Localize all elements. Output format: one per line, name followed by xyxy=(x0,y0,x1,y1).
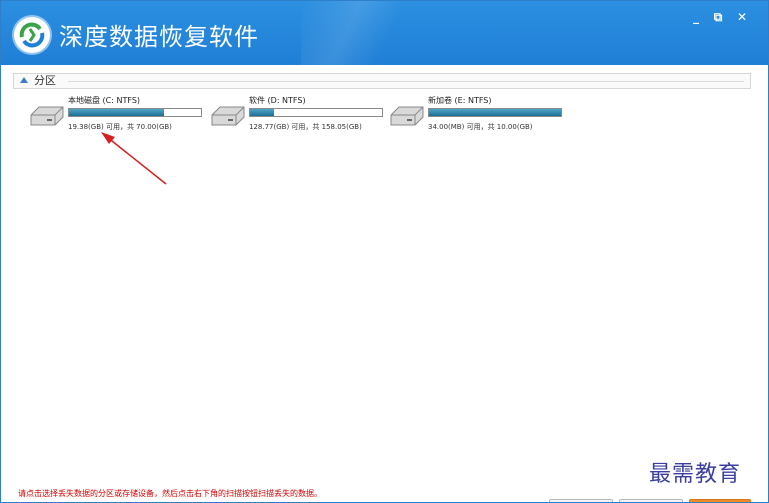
scan-button[interactable] xyxy=(689,499,751,502)
bottom-button-2[interactable] xyxy=(619,499,683,502)
app-window: 深度数据恢复软件 _ ⧉ ✕ 分区 本地磁盘 (C: NTFS) 19.38(G… xyxy=(0,0,769,503)
watermark: 最需教育 xyxy=(649,462,742,487)
annotation-arrow-icon xyxy=(101,132,167,185)
bottom-button-1[interactable] xyxy=(549,499,613,502)
status-hint: 请点击选择丢失数据的分区或存储设备，然后点击右下角的扫描按钮扫描丢失的数据。 xyxy=(18,489,322,498)
